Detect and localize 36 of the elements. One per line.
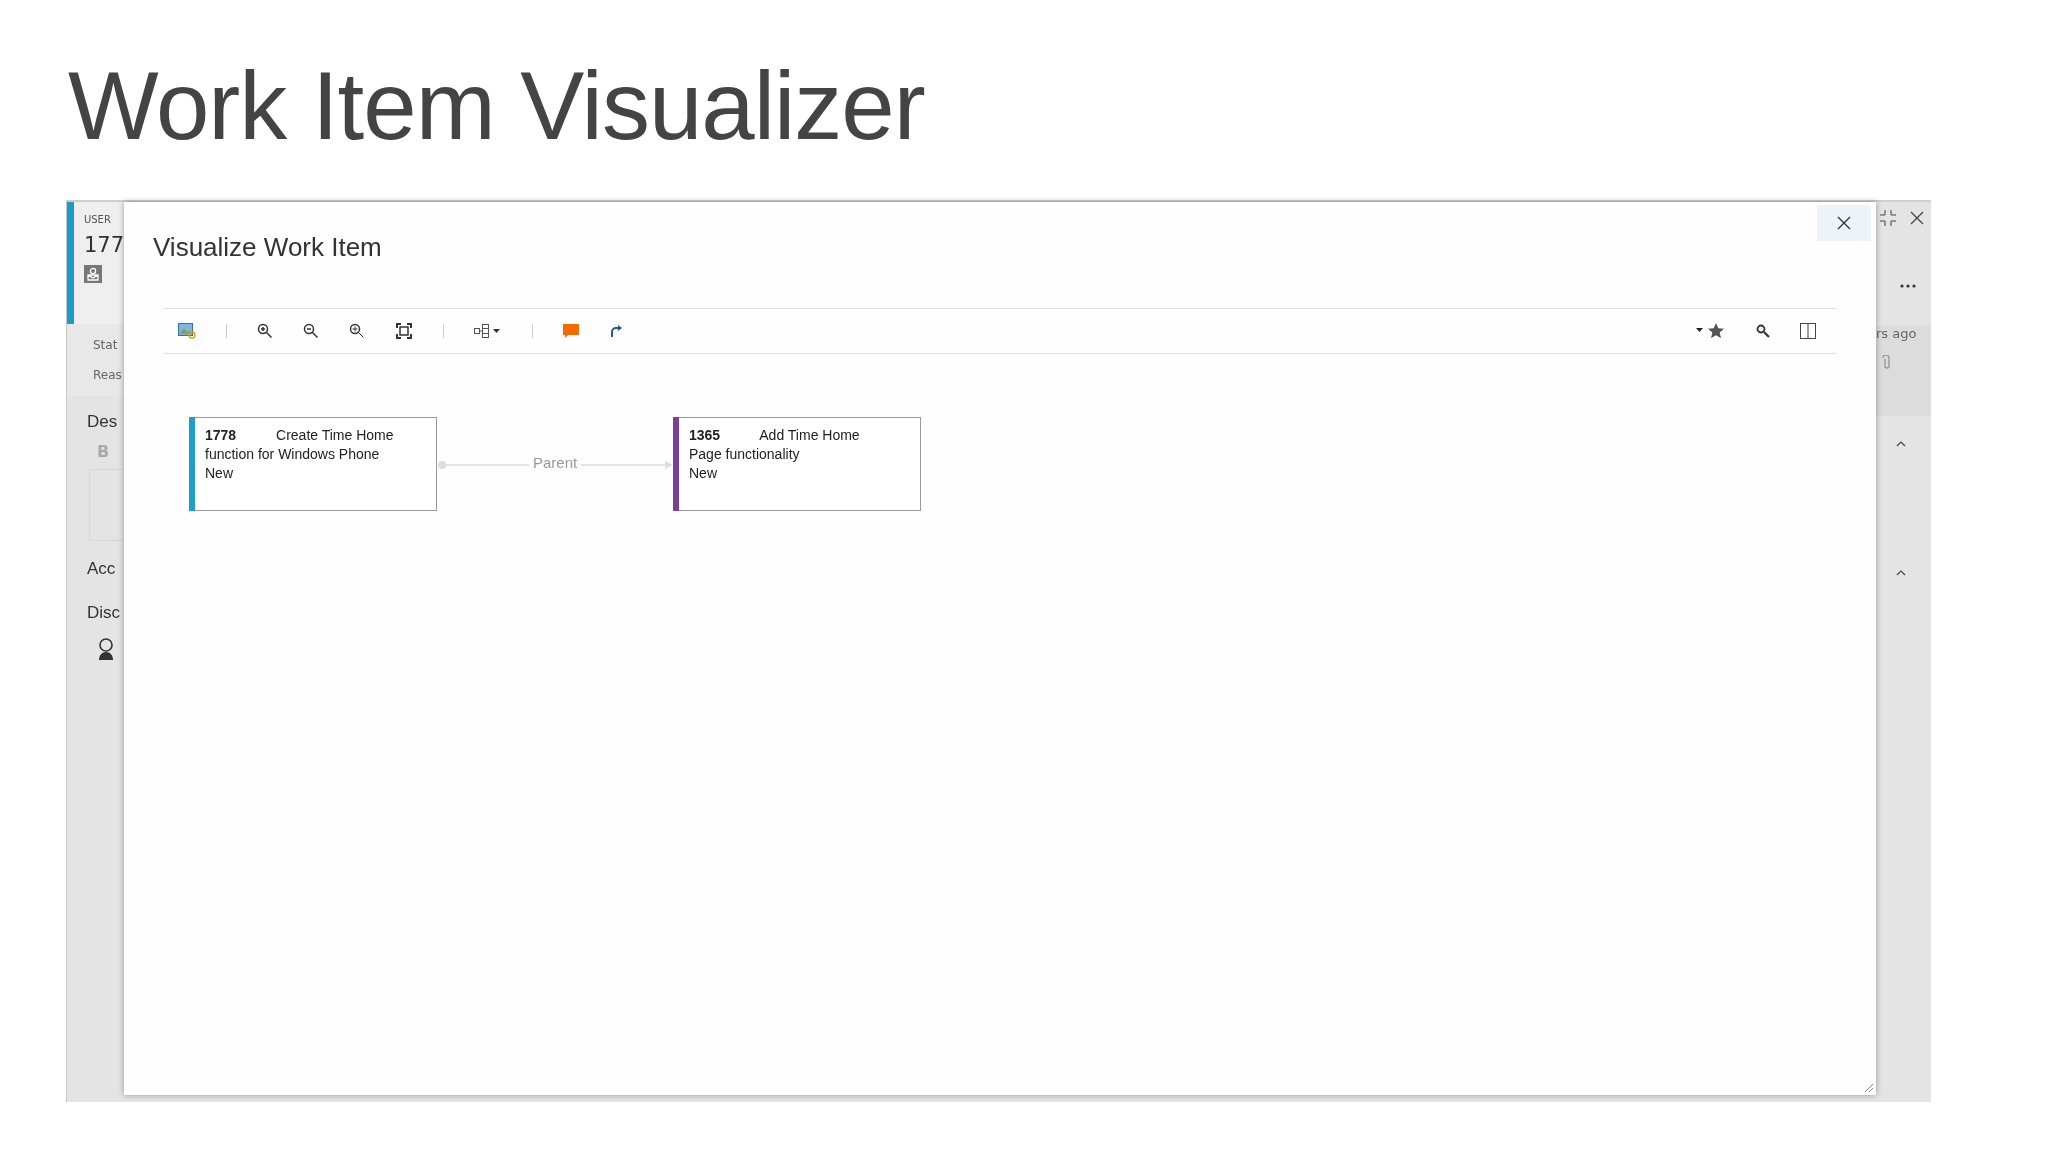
- picture-search-icon[interactable]: [178, 323, 196, 339]
- user-story-icon: [83, 265, 102, 283]
- work-item-type-label: USER: [83, 214, 111, 225]
- avatar-icon: [97, 637, 115, 661]
- resize-grip-icon[interactable]: [1864, 1083, 1874, 1093]
- work-item-card[interactable]: 1365 Add Time Home Page functionality New: [673, 417, 921, 511]
- zoom-in-icon[interactable]: [257, 323, 273, 339]
- field-label: Stat: [93, 338, 119, 352]
- work-item-state: New: [205, 464, 233, 483]
- caret-up-icon[interactable]: [1896, 441, 1906, 447]
- fit-screen-icon[interactable]: [395, 322, 413, 340]
- layout-dropdown-icon[interactable]: [474, 324, 502, 338]
- work-item-heading: 1365 Add Time Home Page functionality: [689, 426, 861, 464]
- work-item-state: New: [689, 464, 717, 483]
- work-item-card[interactable]: 1778 Create Time Home function for Windows Phone New: [189, 417, 437, 511]
- updated-time: rs ago: [1876, 326, 1917, 341]
- zoom-fit-icon[interactable]: [349, 323, 365, 339]
- caret-up-icon[interactable]: [1896, 570, 1906, 576]
- work-item-id: 177: [83, 233, 124, 257]
- section-heading: Acc: [87, 559, 117, 579]
- more-icon[interactable]: [1900, 284, 1916, 288]
- zoom-out-icon[interactable]: [303, 323, 319, 339]
- paperclip-icon[interactable]: [1882, 355, 1890, 369]
- dialog-title: Visualize Work Item: [153, 232, 382, 263]
- favorites-dropdown-icon[interactable]: [1696, 323, 1726, 339]
- section-heading: Des: [87, 412, 119, 432]
- comment-icon[interactable]: [563, 323, 579, 339]
- side-panel-icon[interactable]: [1800, 323, 1816, 339]
- work-item-heading: 1778 Create Time Home function for Windows Phone: [205, 426, 395, 464]
- search-icon[interactable]: [1756, 324, 1770, 338]
- field-label: Reas: [93, 368, 123, 382]
- redo-icon[interactable]: [609, 324, 623, 338]
- section-heading: Disc: [87, 603, 122, 623]
- slide-title: Work Item Visualizer: [67, 51, 926, 142]
- close-icon[interactable]: [1910, 211, 1924, 225]
- close-icon: [1837, 216, 1851, 230]
